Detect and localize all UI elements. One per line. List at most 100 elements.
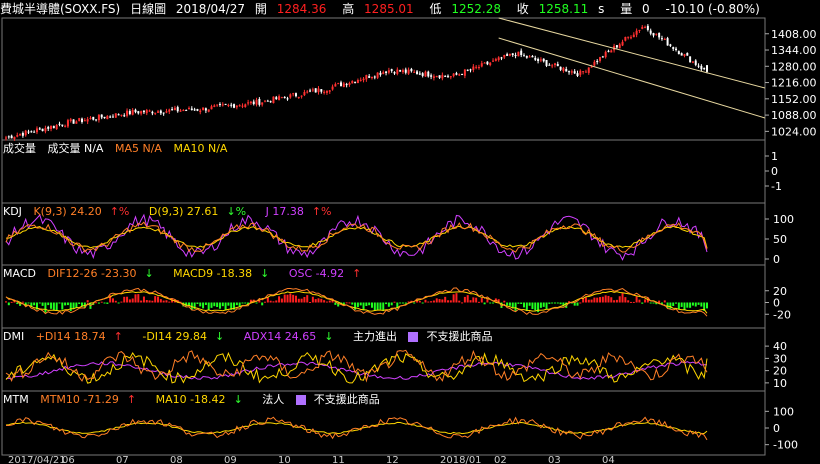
macd-osc-bar — [483, 302, 486, 305]
price-candle — [686, 53, 689, 56]
price-candle — [382, 72, 385, 75]
macd-osc-bar — [317, 298, 320, 303]
price-candle — [444, 75, 447, 77]
macd-osc-bar — [368, 302, 371, 306]
volume-value-label: 成交量 N/A — [47, 142, 104, 155]
price-candle — [553, 63, 556, 66]
price-candle — [568, 71, 571, 73]
price-tick-label: 1216.00 — [771, 77, 817, 90]
price-candle — [278, 96, 281, 101]
price-candle — [320, 89, 323, 92]
x-tick-label: 02 — [494, 455, 507, 464]
price-candle — [655, 33, 658, 35]
macd-osc-bar — [663, 300, 666, 303]
price-candle — [562, 67, 565, 72]
macd-osc-bar — [438, 299, 441, 303]
price-tick-label: 1408.00 — [771, 28, 817, 41]
price-candle — [137, 111, 140, 114]
price-candle — [435, 76, 438, 78]
mtm-inst-label: 法人 — [262, 393, 285, 406]
macd-osc-bar — [539, 302, 542, 308]
macd-osc-bar — [303, 296, 306, 303]
price-candle — [413, 71, 416, 73]
macd-osc-bar — [50, 302, 53, 309]
macd-osc-bar — [7, 302, 10, 306]
kdj-d-label: D(9,3) 27.61 — [148, 205, 219, 218]
price-candle — [157, 111, 160, 113]
price-candle — [514, 55, 517, 57]
kdj-pane-label: KDJ — [3, 205, 22, 218]
price-candle — [173, 107, 176, 110]
price-candle — [247, 102, 250, 104]
macd-osc-bar — [446, 300, 449, 303]
price-candle — [551, 65, 554, 67]
price-candle — [691, 61, 694, 63]
macd-osc-bar — [399, 302, 402, 304]
price-candle — [680, 53, 683, 56]
price-candle — [401, 70, 404, 73]
price-candle — [683, 54, 686, 56]
macd-osc-bar — [117, 302, 120, 304]
volume-tick-label: -1 — [771, 180, 782, 193]
macd-osc-bar — [283, 294, 286, 303]
macd-osc-bar — [584, 297, 587, 303]
macd-osc-bar — [621, 293, 624, 303]
price-candle — [182, 110, 185, 112]
price-candle — [306, 91, 309, 93]
price-candle — [38, 128, 41, 130]
price-candle — [21, 132, 24, 136]
macd-osc-bar — [280, 298, 283, 303]
price-candle — [218, 103, 221, 105]
macd-osc-bar — [545, 302, 548, 309]
dmi-tick-label: 40 — [773, 340, 787, 353]
macd-osc-bar — [55, 302, 58, 311]
price-candle — [599, 57, 602, 61]
x-tick-label: 12 — [386, 455, 399, 464]
dmi-legend: DMI +DI14 18.74 ↑ -DI14 29.84 ↓ ADX14 24.6… — [3, 330, 508, 343]
price-candle — [148, 110, 151, 112]
price-candle — [162, 112, 165, 114]
macd-pane-label: MACD — [3, 267, 36, 280]
price-candle — [452, 73, 455, 77]
price-candle — [233, 104, 236, 108]
price-candle — [235, 105, 238, 108]
macd-osc-bar — [61, 302, 64, 310]
macd-osc-bar — [477, 301, 480, 303]
macd-osc-bar — [328, 300, 331, 303]
price-candle — [424, 71, 427, 77]
price-candle — [258, 98, 261, 105]
price-candle — [615, 45, 618, 48]
macd-osc-bar — [351, 302, 354, 305]
price-candle — [593, 61, 596, 66]
macd-osc-bar — [241, 302, 244, 304]
price-candle — [19, 134, 22, 136]
price-candle — [542, 58, 545, 62]
macd-osc-bar — [362, 302, 365, 311]
price-candle — [27, 131, 30, 133]
macd-osc-bar — [466, 295, 469, 303]
price-candle — [517, 51, 520, 57]
macd-osc-bar — [27, 302, 30, 304]
macd-osc-bar — [218, 302, 221, 309]
x-tick-label: 06 — [62, 455, 75, 464]
price-candle — [610, 50, 613, 53]
price-candle — [342, 83, 345, 88]
price-candle — [601, 56, 604, 58]
price-candle — [548, 64, 551, 66]
price-candle — [520, 50, 523, 55]
dmi-tick-label: 20 — [773, 365, 787, 378]
macd-osc-bar — [41, 302, 44, 306]
price-candle — [52, 126, 55, 128]
macd-osc-bar — [311, 296, 314, 303]
price-candle — [92, 116, 95, 120]
price-candle — [556, 64, 559, 67]
macd-osc-bar — [204, 302, 207, 305]
price-candle — [187, 107, 190, 110]
price-candle — [646, 25, 649, 30]
macd-osc-bar — [452, 294, 455, 303]
price-candle — [216, 104, 219, 106]
macd-macd9-label: MACD9 -18.38 — [173, 267, 253, 280]
macd-osc-bar — [680, 302, 683, 307]
macd-osc-bar — [401, 302, 404, 304]
macd-osc-bar — [64, 302, 67, 306]
